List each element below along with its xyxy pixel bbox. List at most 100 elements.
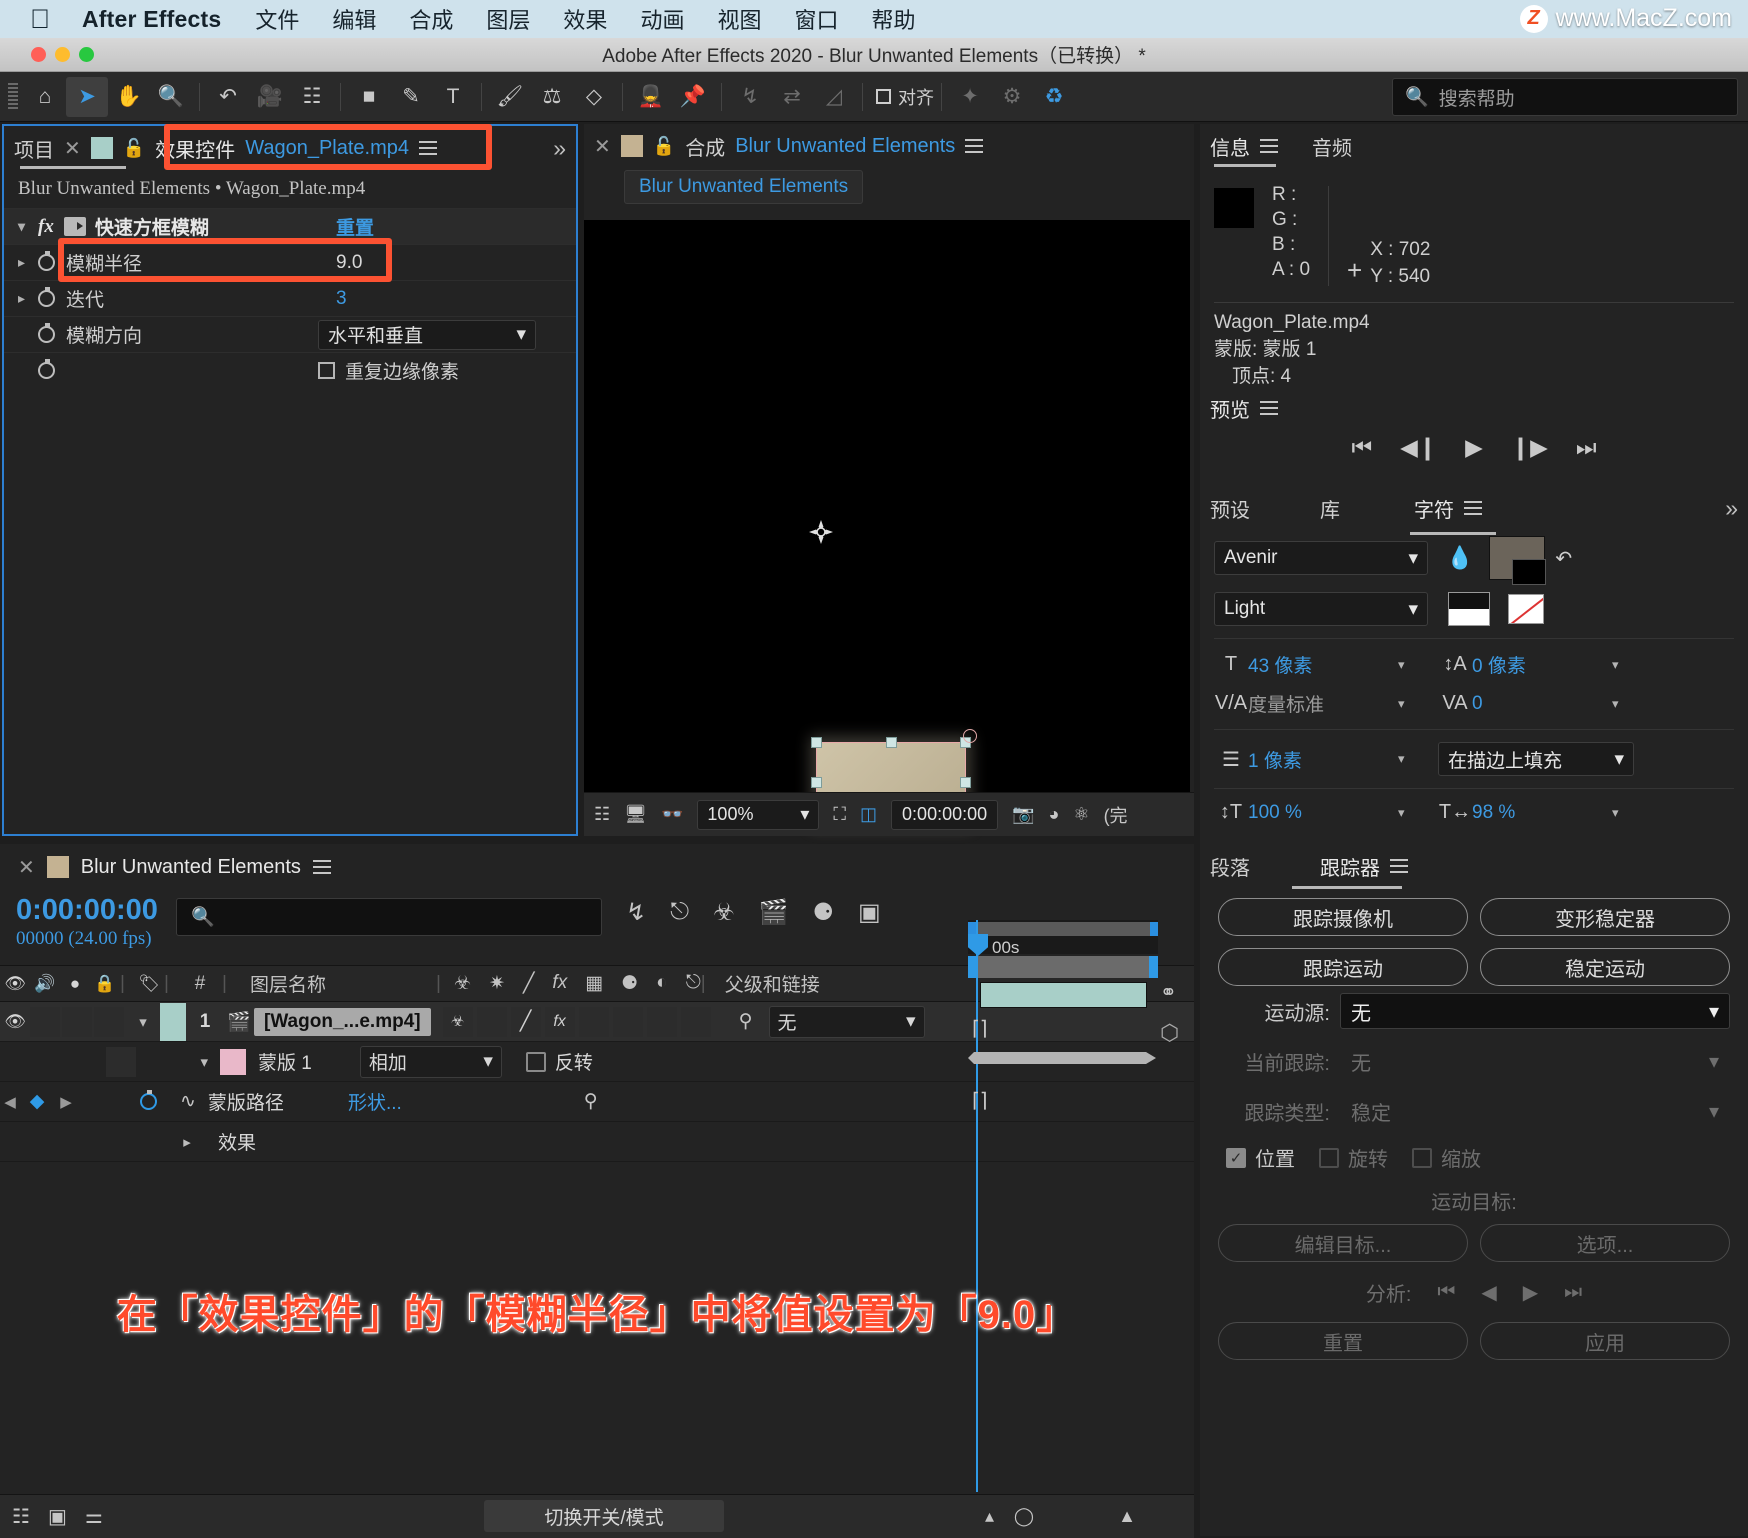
menu-item-composition[interactable]: 合成 [409,3,453,35]
tab-tracker[interactable]: 跟踪器 [1320,852,1380,881]
layer-lock-cell[interactable] [94,1006,124,1037]
workspace-wand-icon[interactable]: ✦ [949,77,991,117]
preview-panel-menu-icon[interactable] [1260,401,1278,415]
work-area-band[interactable] [968,956,1158,978]
previous-frame-icon[interactable]: ◀❙ [1400,434,1437,461]
toggle-switches-modes-button[interactable]: 切换开关/模式 [484,1500,724,1532]
close-icon[interactable]: ✕ [64,136,81,161]
scale-checkbox[interactable]: 缩放 [1412,1143,1481,1172]
timeline-effects-row[interactable]: ▸ 效果 [0,1122,1194,1162]
lock-icon-comp[interactable]: 🔓 [653,136,675,157]
roto-brush-tool-icon[interactable]: 💂 [630,77,672,117]
comp-snapshot-icon[interactable]: 📷 [1012,804,1034,825]
tracking-field[interactable]: 0 [1472,693,1612,715]
analyze-first-icon[interactable]: ⏮ [1437,1281,1455,1304]
layer-expand-chevron-icon[interactable]: ▾ [126,1013,160,1031]
stroke-width-field[interactable]: 1 像素 [1248,746,1398,773]
menu-item-effect[interactable]: 效果 [563,3,607,35]
track-motion-button[interactable]: 跟踪运动 [1218,948,1468,986]
layer-parent-pick-icon[interactable]: ⚭ [1160,980,1177,1005]
puppet-pin-tool-icon[interactable]: 📌 [672,77,714,117]
stroke-color-swatch[interactable] [1512,559,1547,585]
tab-effect-controls-file[interactable]: Wagon_Plate.mp4 [245,137,409,160]
timeline-timecode[interactable]: 0:00:00:00 [16,894,158,927]
layer-name[interactable]: [Wagon_...e.mp4] [254,1007,431,1036]
comp-flowchart-icon[interactable]: ☷ [594,804,610,825]
param-row-iterations[interactable]: ▸ 迭代 3 [4,280,576,316]
timeline-zoom-slider[interactable]: ◯ [1014,1506,1034,1527]
close-icon-timeline[interactable]: ✕ [18,855,35,880]
zoom-level-select[interactable]: 100% ▾ [697,799,820,830]
kerning-field[interactable]: 度量标准 [1248,690,1398,717]
edit-target-button[interactable]: 编辑目标... [1218,1224,1468,1262]
horizontal-scale-field[interactable]: 98 % [1472,802,1612,824]
analyze-backward-icon[interactable]: ◀ [1481,1280,1496,1305]
param-value-iterations[interactable]: 3 [336,288,576,310]
mask-name[interactable]: 蒙版 1 [258,1048,312,1075]
tab-info[interactable]: 信息 [1210,132,1250,161]
comp-region-icon[interactable]: ⛶ [833,804,846,825]
stabilize-motion-button[interactable]: 稳定运动 [1480,948,1730,986]
character-panel-menu-icon[interactable] [1464,501,1482,515]
swap-colors-icon[interactable]: ↶ [1555,546,1572,571]
mask-path-keyframe-bar[interactable] [968,1052,1156,1064]
brush-tool-icon[interactable]: 🖌 [489,77,531,117]
kerning-dropdown-icon[interactable]: ▾ [1398,696,1438,712]
vertical-scale-field[interactable]: 100 % [1248,802,1398,824]
composition-viewer[interactable] [584,220,1190,827]
motion-blur-icon[interactable]: ⚈ [813,898,835,927]
comp-3d-glasses-icon[interactable]: 👓 [661,804,683,825]
mask-color-cell[interactable] [106,1046,136,1077]
menu-item-file[interactable]: 文件 [255,3,299,35]
layer-solo-cell[interactable] [62,1006,92,1037]
stroke-fill-order-select[interactable]: 在描边上填充 ▾ [1438,742,1634,776]
hide-shy-layers-icon[interactable]: ☣ [713,898,735,927]
comp-monitor-icon[interactable]: 🖥 [624,804,647,825]
font-style-select[interactable]: Light ▾ [1214,592,1428,626]
param-select-blur-direction[interactable]: 水平和垂直 ▾ [318,319,536,350]
graph-editor-curve-icon[interactable]: ∿ [180,1090,196,1113]
param-value-blur-radius[interactable]: 9.0 [336,252,576,274]
analyze-forward-icon[interactable]: ▶ [1523,1280,1538,1305]
axis-view-icon[interactable]: ◿ [813,77,855,117]
font-family-select[interactable]: Avenir ▾ [1214,541,1428,575]
tracking-dropdown-icon[interactable]: ▾ [1612,696,1619,712]
keyframe-diamond-icon[interactable]: ◆ [20,1090,54,1113]
switch-quality[interactable]: ╱ [510,1006,541,1037]
last-frame-icon[interactable]: ⏭ [1576,434,1597,461]
eraser-tool-icon[interactable]: ◇ [573,77,615,117]
hand-tool-icon[interactable]: ✋ [108,77,150,117]
tab-paragraph[interactable]: 段落 [1210,852,1250,881]
switch-effects[interactable]: fx [544,1006,575,1037]
stopwatch-icon[interactable] [38,251,55,271]
switch-collapse[interactable] [476,1006,507,1037]
font-size-field[interactable]: 43 像素 [1248,651,1398,678]
chevron-right-icon[interactable]: ▸ [18,254,38,271]
mask-expand-chevron-icon[interactable]: ▾ [138,1053,208,1071]
param-row-blur-direction[interactable]: 模糊方向 水平和垂直 ▾ [4,316,576,352]
workspace-gear-icon[interactable]: ⚙ [991,77,1033,117]
menu-item-edit[interactable]: 编辑 [332,3,376,35]
timeline-layer-row[interactable]: 👁 ▾ 1 🎬 [Wagon_...e.mp4] ☣ ╱ fx ⚲ 无 ▾ [0,1002,1194,1042]
layer-audio-cell[interactable] [30,1006,60,1037]
tab-effect-controls[interactable]: 效果控件 [155,134,235,163]
tab-presets[interactable]: 预设 [1210,494,1250,523]
rotation-tool-icon[interactable]: ↶ [207,77,249,117]
selection-tool-icon[interactable]: ➤ [66,76,108,117]
warp-stabilizer-button[interactable]: 变形稳定器 [1480,898,1730,936]
track-camera-button[interactable]: 跟踪摄像机 [1218,898,1468,936]
panel-menu-icon[interactable] [419,141,437,155]
eyedropper-icon[interactable]: 💧 [1446,545,1473,571]
composition-breadcrumb[interactable]: Blur Unwanted Elements [624,170,864,204]
layer-visibility-toggle[interactable]: 👁 [0,1012,30,1032]
stopwatch-icon-4[interactable] [38,359,55,379]
tab-composition-name[interactable]: Blur Unwanted Elements [735,135,955,158]
zoom-timeline-icon[interactable]: ⚌ [85,1504,103,1529]
expand-panels-icon[interactable]: » [553,135,566,162]
clone-stamp-tool-icon[interactable]: ⚖ [531,77,573,117]
switch-adjustment[interactable] [646,1006,677,1037]
menubar-app-name[interactable]: After Effects [82,6,221,33]
stopwatch-icon-3[interactable] [38,323,55,343]
switch-motion-blur[interactable] [612,1006,643,1037]
type-tool-icon[interactable]: T [432,77,474,117]
